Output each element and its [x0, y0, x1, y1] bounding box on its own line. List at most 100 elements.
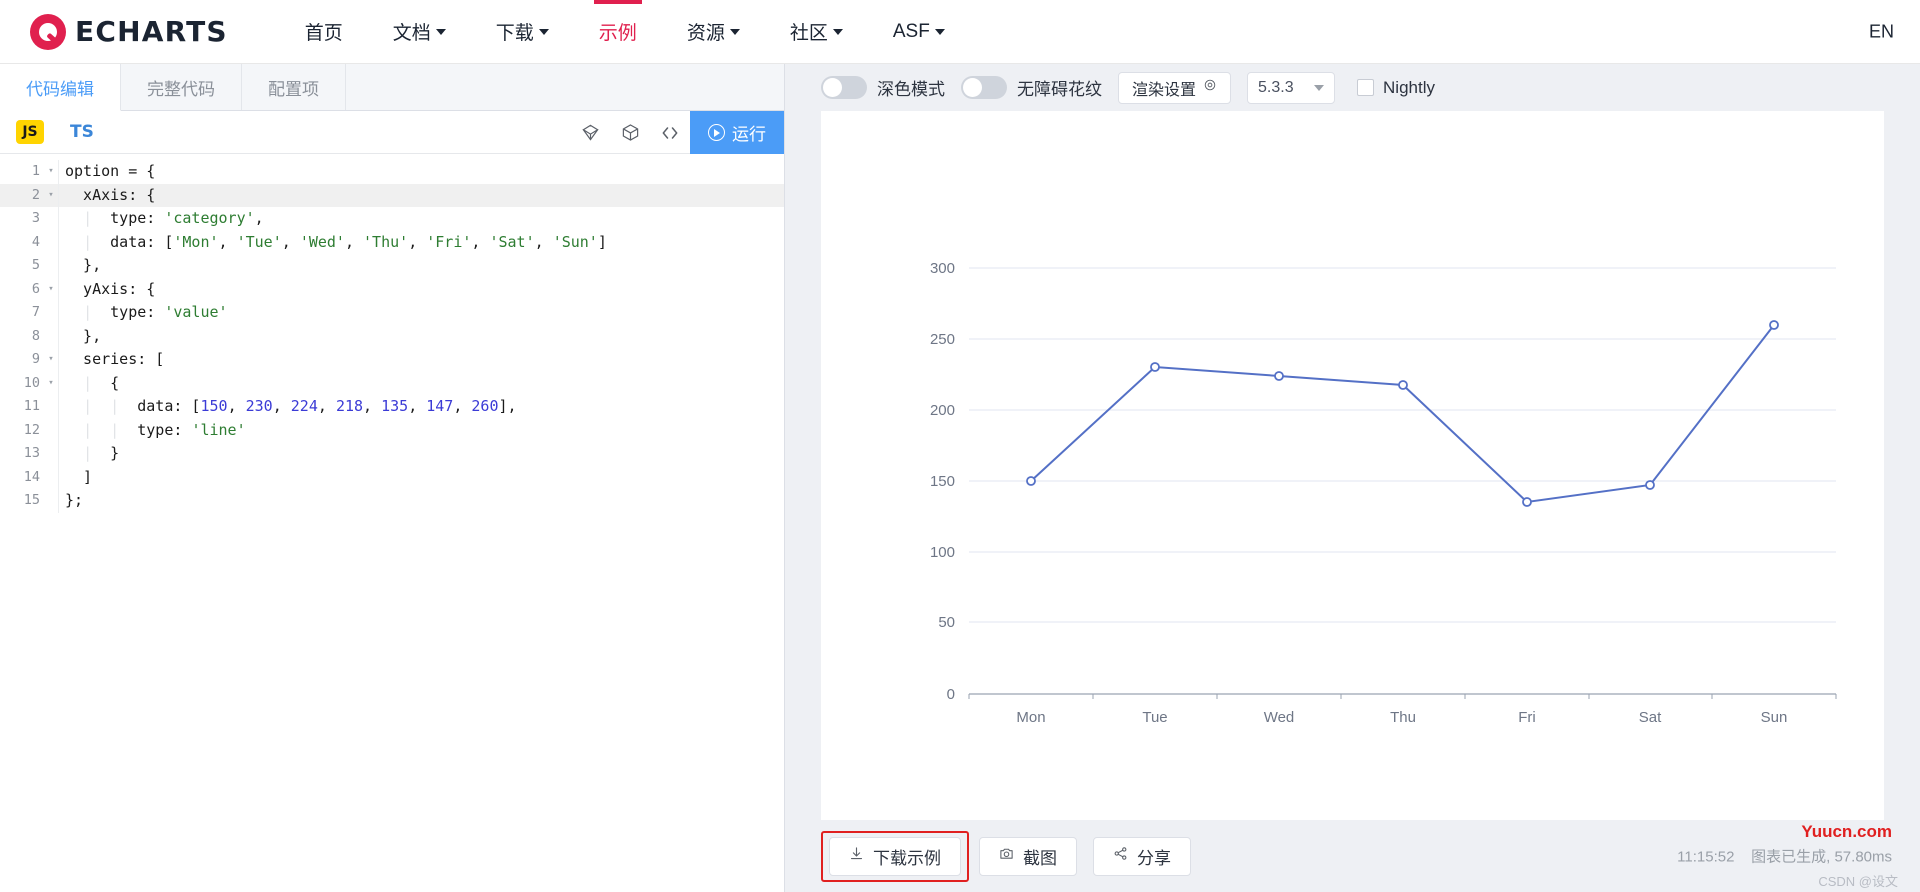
- line-number: 14: [23, 468, 40, 485]
- share-button[interactable]: 分享: [1093, 836, 1191, 876]
- line-number: 4: [31, 233, 40, 250]
- line-number: 8: [31, 327, 40, 344]
- nightly-checkbox-wrap[interactable]: Nightly: [1357, 78, 1435, 98]
- fold-toggle[interactable]: ▾: [44, 372, 58, 396]
- screenshot-label: 截图: [1023, 848, 1057, 868]
- code-line: 13 | }: [0, 442, 784, 466]
- editor-tab-bar: 代码编辑 完整代码 配置项: [0, 64, 784, 111]
- tab-options[interactable]: 配置项: [242, 64, 346, 110]
- line-number: 1: [31, 163, 40, 179]
- nav-item-resources[interactable]: 资源: [662, 0, 765, 64]
- line-number: 6: [31, 280, 40, 297]
- chevron-down-icon: [934, 28, 945, 35]
- code-line: 15 };: [0, 489, 784, 513]
- render-settings-button[interactable]: 渲染设置: [1118, 71, 1232, 104]
- tab-code-editor[interactable]: 代码编辑: [0, 64, 121, 111]
- download-example-button[interactable]: 下载示例: [829, 836, 961, 876]
- chevron-down-icon: [729, 28, 740, 35]
- gem-icon[interactable]: [570, 111, 610, 154]
- line-number: 15: [23, 492, 40, 508]
- code-line: 9 ▾ series: [: [0, 348, 784, 372]
- editor-toolbar: JS TS 运行: [0, 111, 784, 154]
- cube-icon[interactable]: [610, 111, 650, 154]
- status-time: 11:15:52: [1677, 848, 1735, 866]
- echarts-logo[interactable]: ECHARTS: [30, 13, 228, 50]
- line-number: 2: [31, 186, 40, 203]
- status-text: 图表已生成, 57.80ms: [1751, 848, 1892, 866]
- share-icon: [1113, 846, 1128, 866]
- render-settings-label: 渲染设置: [1132, 81, 1197, 99]
- nightly-checkbox[interactable]: [1357, 79, 1375, 96]
- version-value: 5.3.3: [1258, 78, 1294, 96]
- dark-mode-toggle[interactable]: [821, 76, 867, 99]
- nav-item-examples[interactable]: 示例: [574, 0, 662, 64]
- lang-toggle-js[interactable]: JS: [16, 120, 44, 144]
- svg-text:Fri: Fri: [1518, 709, 1536, 726]
- screenshot-button[interactable]: 截图: [979, 836, 1077, 876]
- run-button[interactable]: 运行: [690, 111, 784, 154]
- code-text: | data: ['Mon', 'Tue', 'Wed', 'Thu', 'Fr…: [83, 232, 607, 251]
- x-axis-labels: Mon Tue Wed Thu Fri Sat Sun: [1016, 709, 1787, 726]
- code-editor[interactable]: 1 ▾ option = { 2 ▾ xAxis: { 3 | type: 'c…: [0, 154, 784, 892]
- share-label: 分享: [1137, 848, 1171, 868]
- accessibility-pattern-label: 无障碍花纹: [1017, 80, 1102, 99]
- nav-item-docs[interactable]: 文档: [368, 0, 471, 64]
- y-axis-labels: 0 50 100 150 200 250 300: [930, 260, 955, 703]
- svg-text:200: 200: [930, 402, 955, 419]
- nav-label: 下载: [495, 23, 534, 44]
- code-text: | }: [83, 444, 120, 462]
- code-text: | type: 'category',: [83, 209, 264, 227]
- code-text: };: [65, 491, 84, 509]
- nav-item-asf[interactable]: ASF: [868, 0, 970, 64]
- code-text: | | type: 'line': [83, 420, 246, 439]
- svg-text:Wed: Wed: [1264, 709, 1295, 726]
- fold-toggle[interactable]: ▾: [44, 184, 58, 208]
- code-text: | | data: [150, 230, 224, 218, 135, 147,…: [83, 397, 517, 415]
- language-switcher[interactable]: EN: [1869, 21, 1894, 42]
- editor-toolbar-actions: 运行: [570, 111, 784, 154]
- tab-full-code[interactable]: 完整代码: [121, 64, 242, 110]
- series-line: [1030, 324, 1775, 504]
- code-line: 1 ▾ option = {: [0, 160, 784, 184]
- fold-toggle[interactable]: ▾: [44, 160, 58, 184]
- editor-pane: 代码编辑 完整代码 配置项 JS TS 运行 1 ▾ option = {2 …: [0, 64, 785, 892]
- line-number: 9: [31, 351, 40, 367]
- nav-item-download[interactable]: 下载: [471, 0, 574, 64]
- version-select[interactable]: 5.3.3: [1247, 71, 1336, 104]
- nav-item-community[interactable]: 社区: [765, 0, 868, 64]
- chart-canvas[interactable]: 0 50 100 150 200 250 300 Mon Tue Wed Thu…: [821, 111, 1884, 820]
- nav-label: 文档: [392, 23, 431, 44]
- svg-text:Sat: Sat: [1639, 709, 1662, 726]
- preview-pane: 深色模式 无障碍花纹 渲染设置 5.3.3 Nightly 0 50 100 1…: [785, 64, 1920, 892]
- line-number: 12: [23, 421, 40, 438]
- nav-label: 首页: [304, 23, 343, 44]
- lang-toggle-ts[interactable]: TS: [70, 122, 94, 142]
- svg-text:Sun: Sun: [1761, 709, 1788, 726]
- gear-icon: [1203, 78, 1217, 97]
- svg-text:150: 150: [930, 473, 955, 490]
- code-line: 4 | data: ['Mon', 'Tue', 'Wed', 'Thu', '…: [0, 230, 784, 254]
- chevron-down-icon: [1314, 84, 1325, 91]
- accessibility-pattern-toggle[interactable]: [961, 76, 1007, 99]
- line-chart: 0 50 100 150 200 250 300 Mon Tue Wed Thu…: [930, 260, 1837, 726]
- code-text: | {: [83, 373, 120, 392]
- nav-item-home[interactable]: 首页: [280, 0, 368, 64]
- code-line: 6 ▾ yAxis: {: [0, 277, 784, 302]
- code-text: },: [65, 326, 102, 345]
- series-points: [1026, 320, 1779, 507]
- code-brackets-icon[interactable]: [650, 111, 690, 154]
- watermark: Yuucn.com: [1801, 822, 1892, 841]
- chevron-down-icon: [538, 28, 549, 35]
- page-body: 代码编辑 完整代码 配置项 JS TS 运行 1 ▾ option = {2 …: [0, 64, 1920, 892]
- main-navigation: 首页 文档 下载 示例 资源 社区 ASF: [280, 0, 970, 64]
- code-line: 8 },: [0, 324, 784, 348]
- fold-toggle[interactable]: ▾: [44, 278, 58, 302]
- site-header: ECHARTS 首页 文档 下载 示例 资源 社区 ASF EN: [0, 0, 1920, 64]
- fold-toggle[interactable]: ▾: [44, 348, 58, 372]
- download-example-label: 下载示例: [873, 848, 941, 868]
- chart-status: 11:15:52 图表已生成, 57.80ms: [1677, 846, 1892, 867]
- csdn-watermark: CSDN @设文: [1818, 874, 1898, 889]
- code-text: xAxis: {: [65, 185, 156, 204]
- code-line: 5 },: [0, 254, 784, 278]
- line-number: 13: [23, 445, 40, 461]
